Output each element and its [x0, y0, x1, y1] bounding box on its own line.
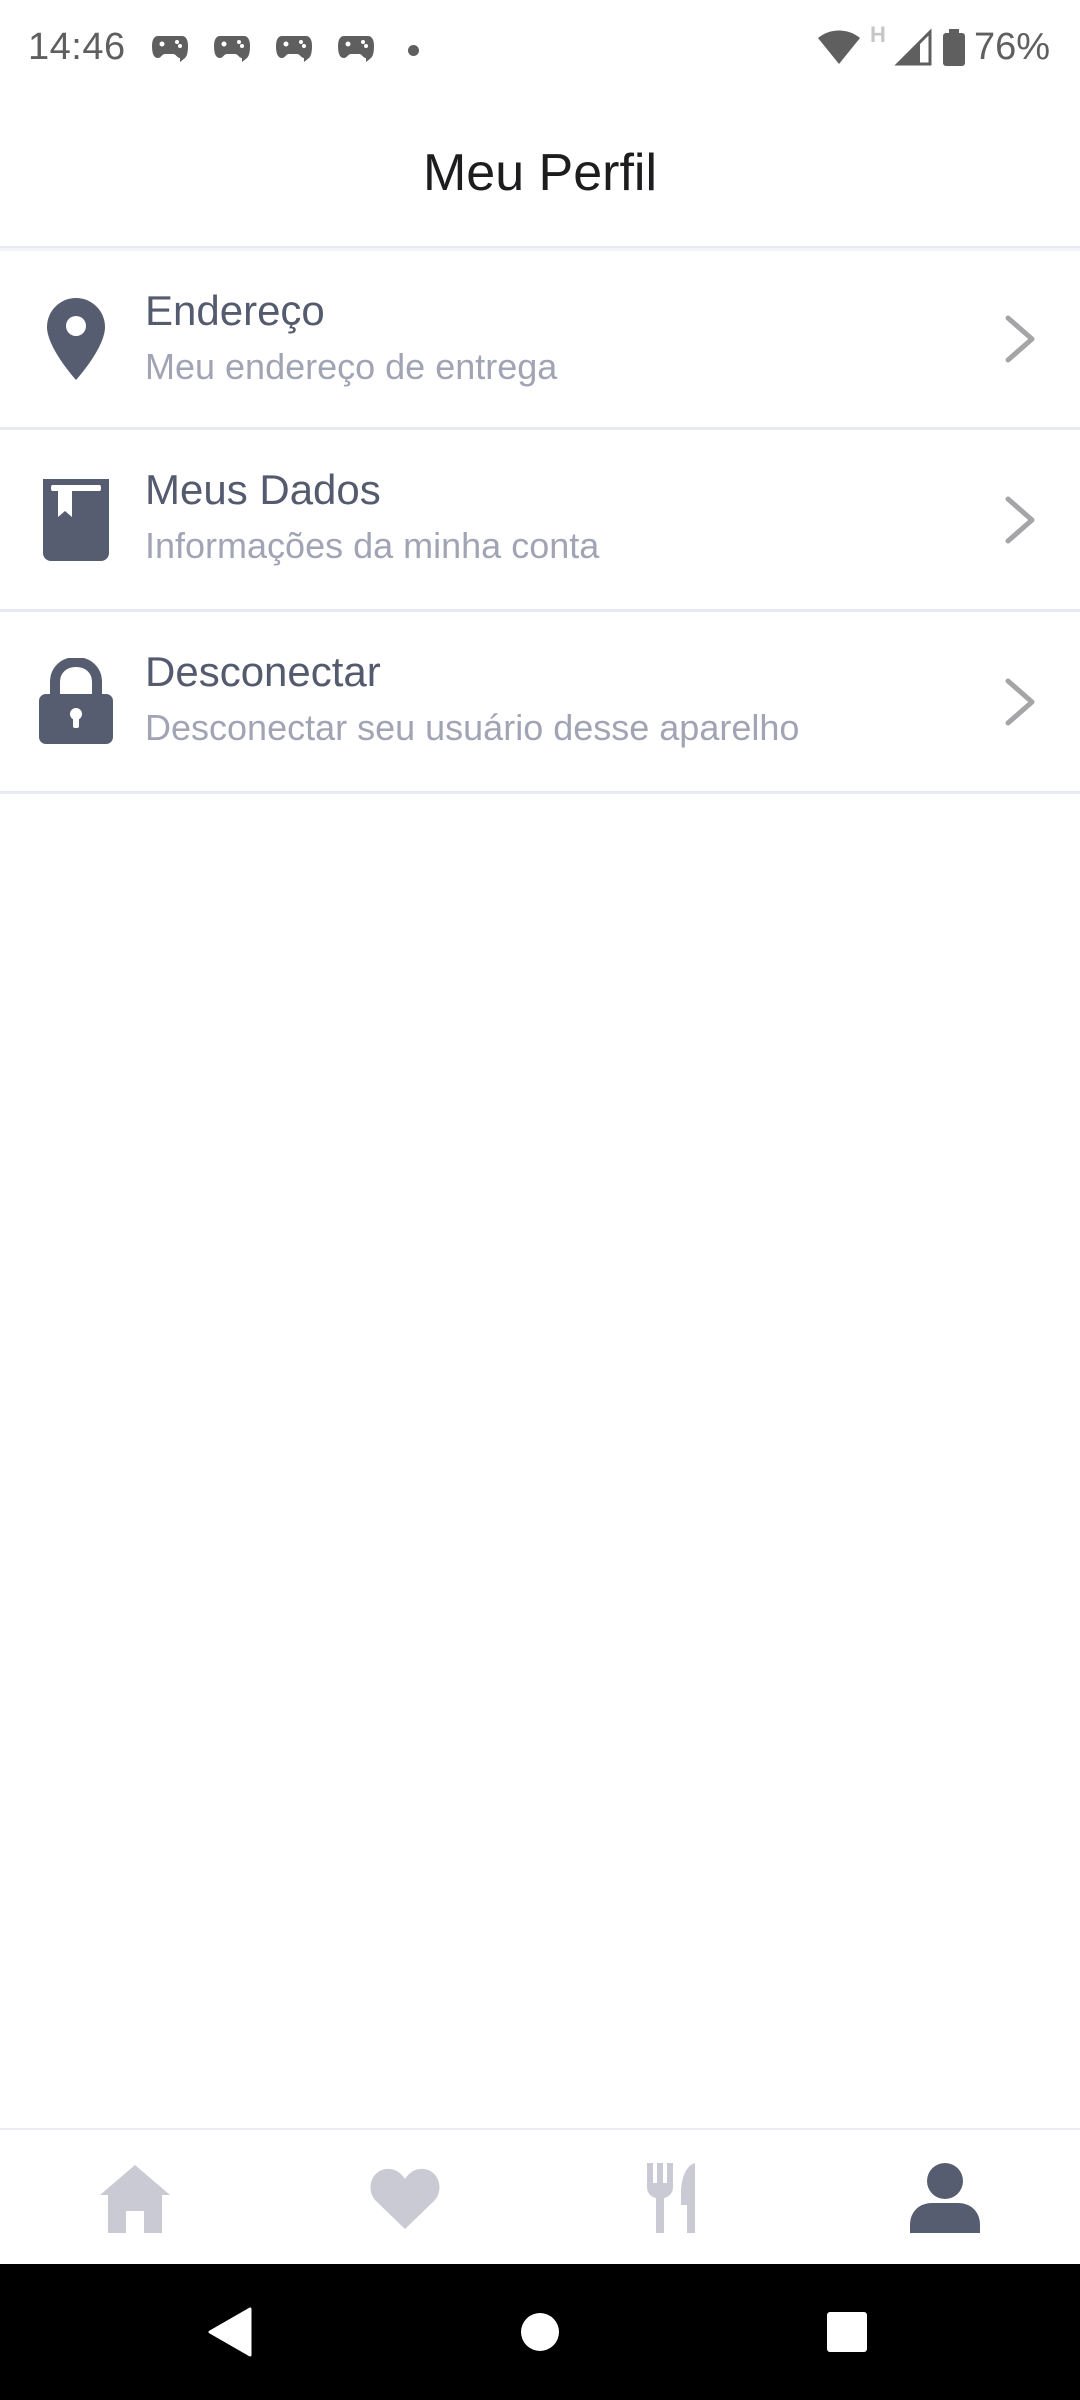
network-type-label: H — [870, 22, 886, 47]
menu-item-title: Desconectar — [145, 648, 381, 695]
screen: 14:46 H 76% Meu Perfil Endereço Meu ende… — [0, 0, 1080, 2400]
book-icon — [36, 472, 116, 568]
map-pin-icon — [36, 291, 116, 387]
home-circle-icon — [521, 2313, 559, 2351]
page-title: Meu Perfil — [422, 144, 658, 202]
lock-icon — [36, 654, 116, 750]
system-nav-bar — [0, 2264, 1080, 2400]
menu-item-subtitle: Desconectar seu usuário desse aparelho — [145, 707, 800, 748]
game-controller-chat-icon — [276, 36, 312, 62]
home-icon — [100, 2165, 170, 2233]
more-notifications-dot — [408, 44, 419, 56]
menu-item-my-data[interactable]: Meus Dados Informações da minha conta — [0, 430, 1080, 612]
status-right: H 76% — [816, 22, 1050, 69]
menu-item-subtitle: Informações da minha conta — [145, 525, 600, 566]
nav-home[interactable] — [0, 2130, 270, 2266]
user-icon — [910, 2163, 980, 2233]
nav-menu[interactable] — [540, 2130, 810, 2266]
system-back-button[interactable] — [170, 2264, 290, 2400]
back-triangle-icon — [208, 2307, 252, 2357]
system-recents-button[interactable] — [787, 2264, 907, 2400]
recents-square-icon — [827, 2312, 867, 2352]
profile-menu-list: Endereço Meu endereço de entrega Meus Da… — [0, 248, 1080, 794]
status-time: 14:46 — [28, 26, 126, 68]
nav-profile[interactable] — [810, 2130, 1080, 2266]
game-controller-chat-icon — [338, 36, 374, 62]
heart-icon — [370, 2168, 440, 2229]
bottom-nav — [0, 2128, 1080, 2266]
nav-favorites[interactable] — [270, 2130, 540, 2266]
menu-item-title: Meus Dados — [145, 466, 381, 513]
battery-percent: 76% — [973, 26, 1050, 68]
status-bar: 14:46 H 76% — [0, 0, 1080, 100]
menu-item-text: Desconectar Desconectar seu usuário dess… — [145, 644, 799, 756]
game-controller-chat-icon — [152, 36, 188, 62]
header: Meu Perfil — [0, 100, 1080, 248]
game-controller-chat-icon — [214, 36, 250, 62]
system-home-button[interactable] — [480, 2264, 600, 2400]
chevron-right-icon — [1005, 315, 1035, 363]
menu-item-text: Meus Dados Informações da minha conta — [145, 462, 599, 574]
notification-icons — [150, 32, 419, 68]
menu-item-title: Endereço — [145, 287, 325, 334]
menu-item-address[interactable]: Endereço Meu endereço de entrega — [0, 248, 1080, 430]
menu-item-subtitle: Meu endereço de entrega — [145, 346, 558, 387]
chevron-right-icon — [1005, 678, 1035, 725]
chevron-right-icon — [1005, 496, 1035, 543]
cell-signal-icon — [894, 27, 932, 65]
wifi-icon — [818, 30, 861, 64]
battery-icon — [942, 28, 965, 66]
menu-item-logout[interactable]: Desconectar Desconectar seu usuário dess… — [0, 612, 1080, 794]
utensils-icon — [647, 2163, 695, 2233]
menu-item-text: Endereço Meu endereço de entrega — [145, 283, 557, 395]
